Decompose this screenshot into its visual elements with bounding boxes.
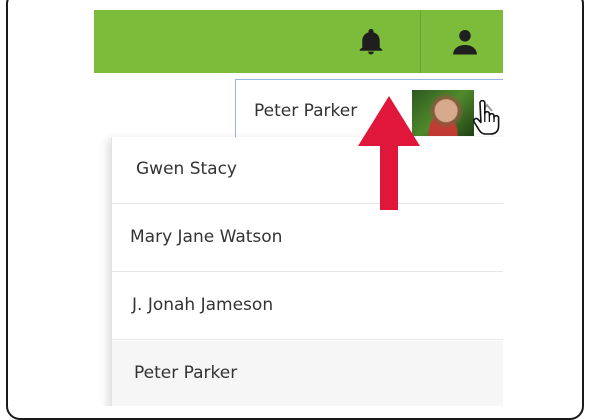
list-item-peter-parker[interactable]: Peter Parker bbox=[112, 341, 503, 406]
list-item-label: Gwen Stacy bbox=[136, 159, 237, 179]
list-item-mary-jane-watson[interactable]: Mary Jane Watson bbox=[112, 205, 503, 272]
list-item-gwen-stacy[interactable]: Gwen Stacy bbox=[112, 137, 503, 204]
list-item-label: Mary Jane Watson bbox=[130, 227, 283, 247]
user-selector-label: Peter Parker bbox=[254, 101, 358, 121]
bell-icon[interactable] bbox=[356, 27, 386, 57]
topbar-divider bbox=[420, 10, 421, 73]
hand-pointer-icon bbox=[473, 100, 500, 135]
top-bar bbox=[94, 10, 503, 73]
list-item-label: J. Jonah Jameson bbox=[132, 295, 274, 315]
app-viewport: Peter Parker Gwen Stacy Mary Jane Watson… bbox=[94, 10, 503, 406]
list-item-j-jonah-jameson[interactable]: J. Jonah Jameson bbox=[112, 273, 503, 340]
list-item-label: Peter Parker bbox=[134, 363, 238, 383]
user-dropdown-list: Gwen Stacy Mary Jane Watson J. Jonah Jam… bbox=[111, 137, 503, 406]
user-icon[interactable] bbox=[450, 27, 480, 57]
annotation-arrow-icon bbox=[358, 96, 420, 210]
